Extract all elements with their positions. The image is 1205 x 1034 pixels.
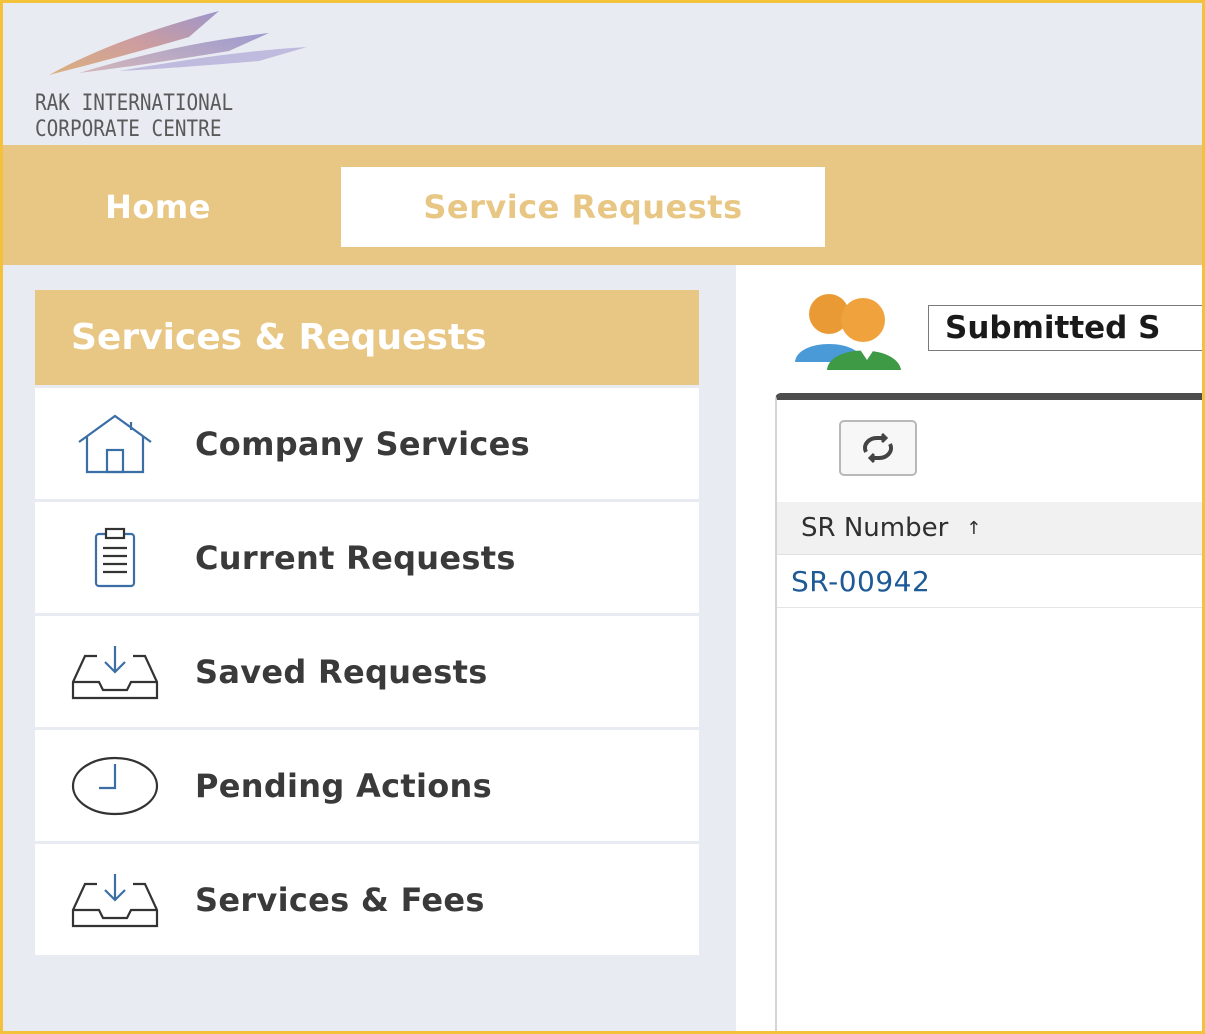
sidebar-item-label: Services & Fees [195,880,485,919]
sidebar-item-company-services[interactable]: Company Services [35,388,699,499]
sort-ascending-icon: ↑ [966,517,982,539]
inbox-tray-icon [35,616,195,727]
logo[interactable]: RAK INTERNATIONAL CORPORATE CENTRE [31,7,331,145]
main-nav: Home Service Requests [3,145,1202,265]
sidebar-item-label: Company Services [195,424,530,463]
sidebar-item-current-requests[interactable]: Current Requests [35,502,699,613]
column-header-sr-number[interactable]: SR Number ↑ [777,502,1202,555]
logo-text-line1: RAK INTERNATIONAL [35,91,234,116]
users-group-icon [791,290,913,374]
clock-icon [35,730,195,841]
sidebar-item-label: Saved Requests [195,652,488,691]
sidebar-title: Services & Requests [35,290,699,385]
tab-home[interactable]: Home [63,167,253,247]
sidebar: Services & Requests Company Services Cur… [35,290,699,955]
requests-list-panel: SR Number ↑ SR-00942 [775,393,1202,1031]
sidebar-item-label: Current Requests [195,538,516,577]
list-view-select[interactable]: Submitted S [928,305,1202,351]
house-icon [35,388,195,499]
tab-service-requests[interactable]: Service Requests [341,167,825,247]
app-frame: RAK INTERNATIONAL CORPORATE CENTRE Home … [3,3,1202,1031]
table-row: SR-00942 [777,556,1202,608]
logo-swoosh-icon [49,11,307,75]
inbox-tray-icon [35,844,195,955]
sidebar-item-pending-actions[interactable]: Pending Actions [35,730,699,841]
refresh-icon [862,432,894,464]
sidebar-item-saved-requests[interactable]: Saved Requests [35,616,699,727]
header: RAK INTERNATIONAL CORPORATE CENTRE [3,3,1202,145]
logo-text-line2: CORPORATE CENTRE [35,117,222,142]
clipboard-icon [35,502,195,613]
sr-number-link[interactable]: SR-00942 [791,565,930,598]
refresh-button[interactable] [839,420,917,476]
sidebar-item-label: Pending Actions [195,766,492,805]
column-header-label: SR Number [801,513,949,543]
sidebar-item-services-fees[interactable]: Services & Fees [35,844,699,955]
